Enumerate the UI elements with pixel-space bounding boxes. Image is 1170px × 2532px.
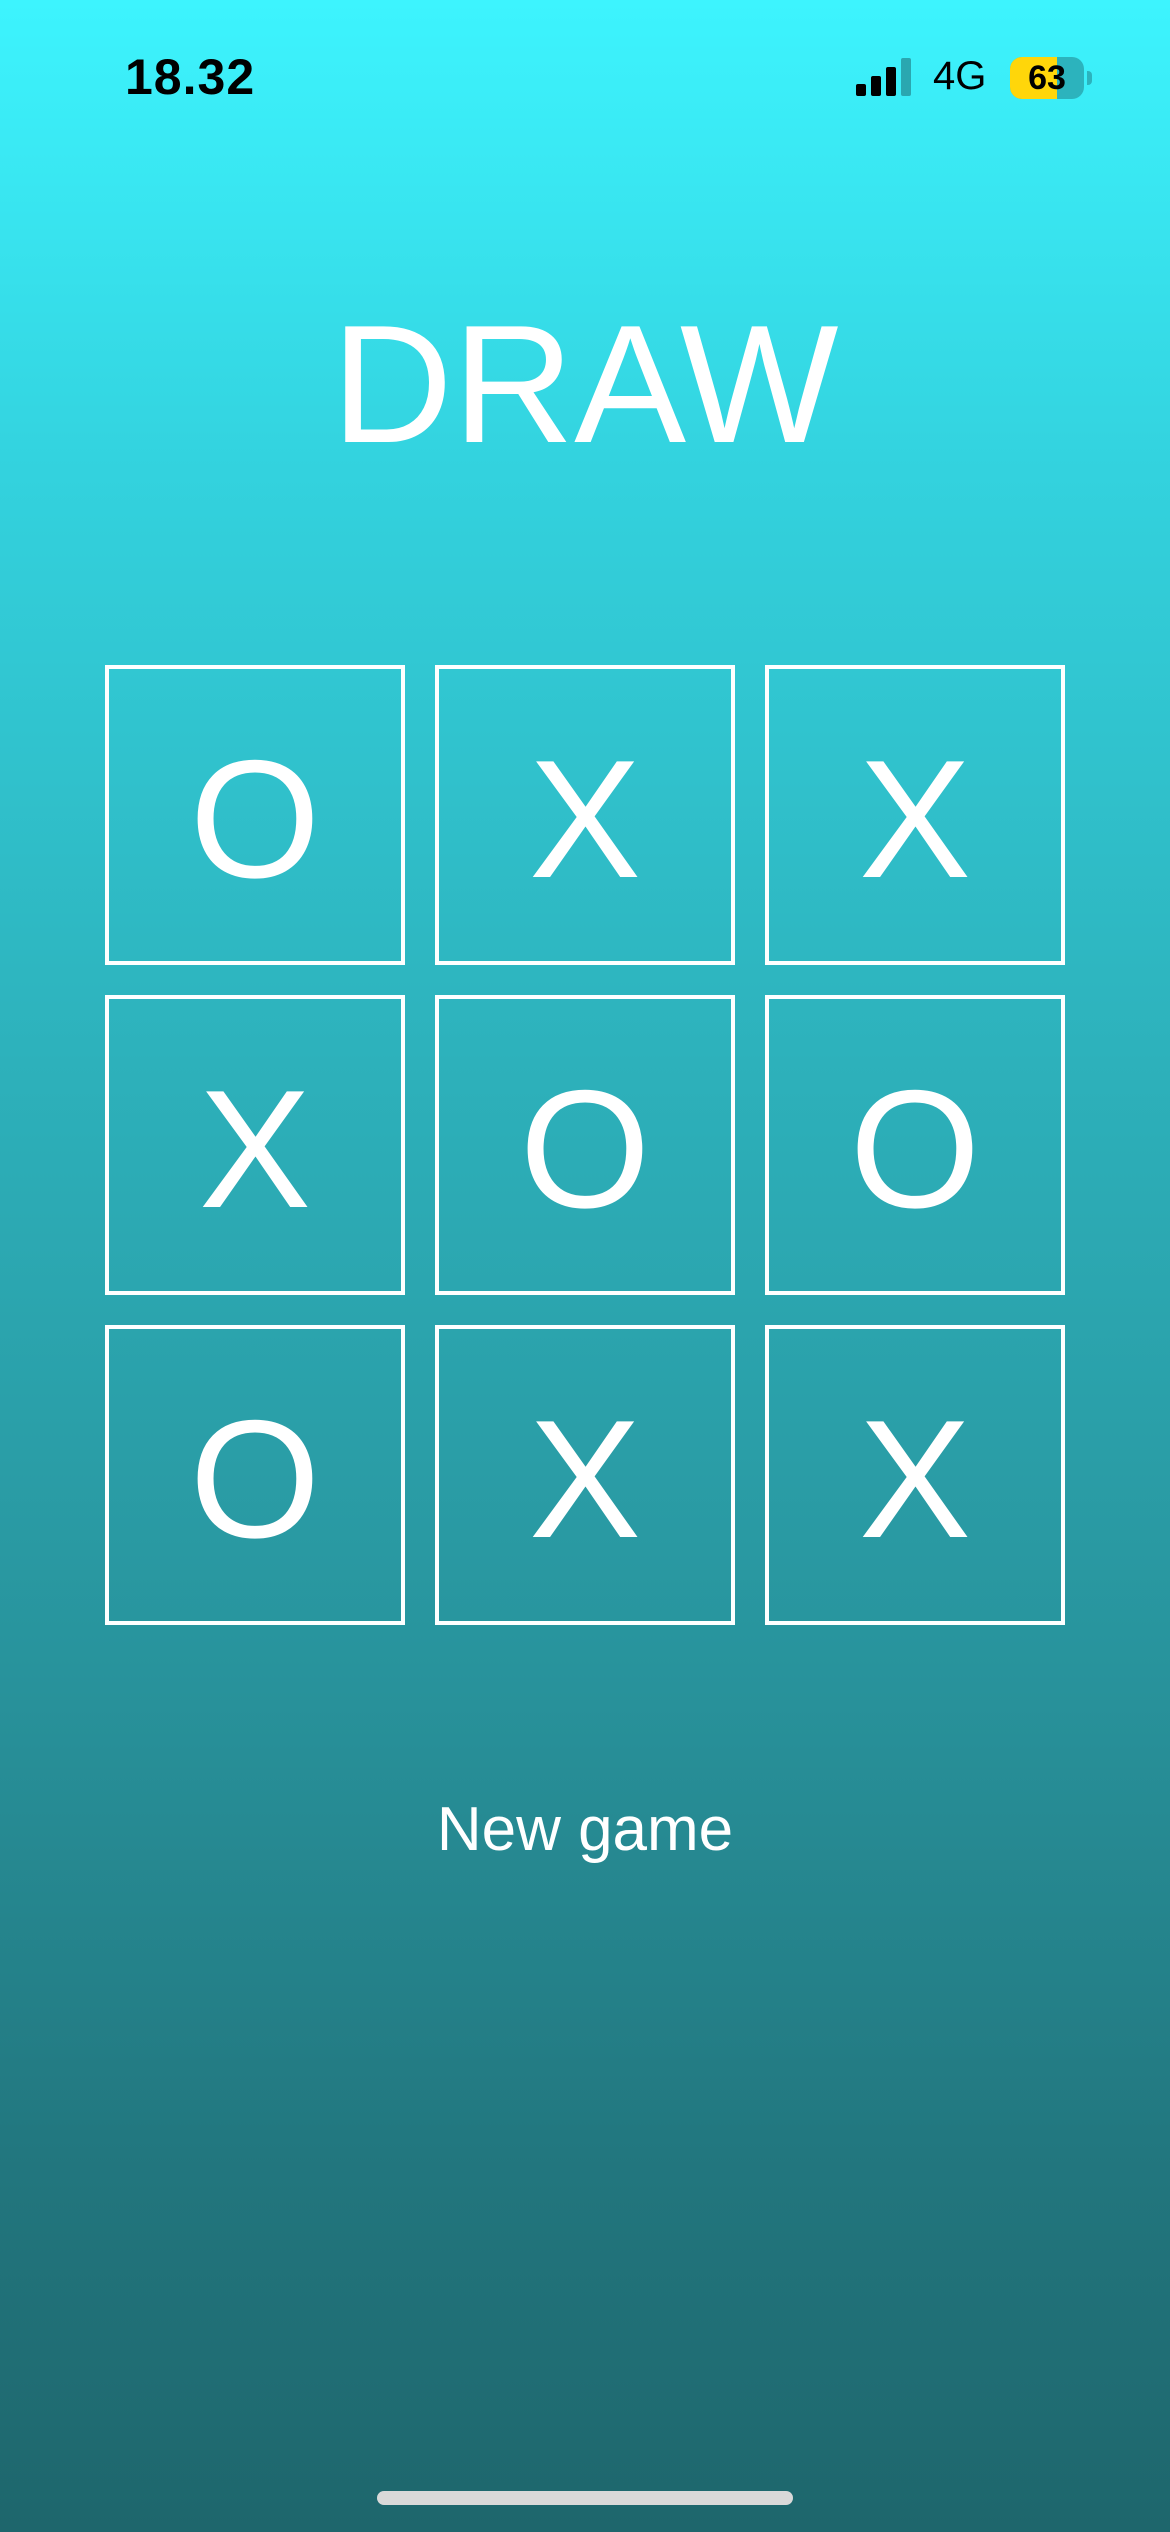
result-title: DRAW (331, 290, 839, 478)
cell-mark: X (528, 725, 642, 913)
game-board: O X X X O O O X X (105, 665, 1065, 1625)
status-time: 18.32 (125, 49, 256, 105)
cell-mark: X (528, 1385, 642, 1573)
battery-level: 63 (1028, 59, 1066, 97)
board-cell[interactable]: X (765, 665, 1065, 965)
board-cell[interactable]: O (105, 665, 405, 965)
cell-mark: O (849, 1055, 981, 1243)
cell-mark: X (858, 1385, 972, 1573)
board-cell[interactable]: X (435, 665, 735, 965)
board-cell[interactable]: O (435, 995, 735, 1295)
board-cell[interactable]: X (435, 1325, 735, 1625)
home-indicator[interactable] (377, 2491, 793, 2505)
board-cell[interactable]: O (105, 1325, 405, 1625)
board-cell[interactable]: O (765, 995, 1065, 1295)
battery-icon: 63 (1010, 57, 1092, 99)
new-game-button[interactable]: New game (385, 1785, 785, 1875)
cell-mark: O (189, 725, 321, 913)
cell-mark: X (858, 725, 972, 913)
cell-mark: O (519, 1055, 651, 1243)
network-type-label: 4G (933, 54, 987, 98)
cell-mark: O (189, 1385, 321, 1573)
board-cell[interactable]: X (105, 995, 405, 1295)
status-bar: 18.32 4G 63 (0, 0, 1170, 150)
cell-mark: X (198, 1055, 312, 1243)
cellular-signal-icon (856, 58, 911, 96)
board-cell[interactable]: X (765, 1325, 1065, 1625)
